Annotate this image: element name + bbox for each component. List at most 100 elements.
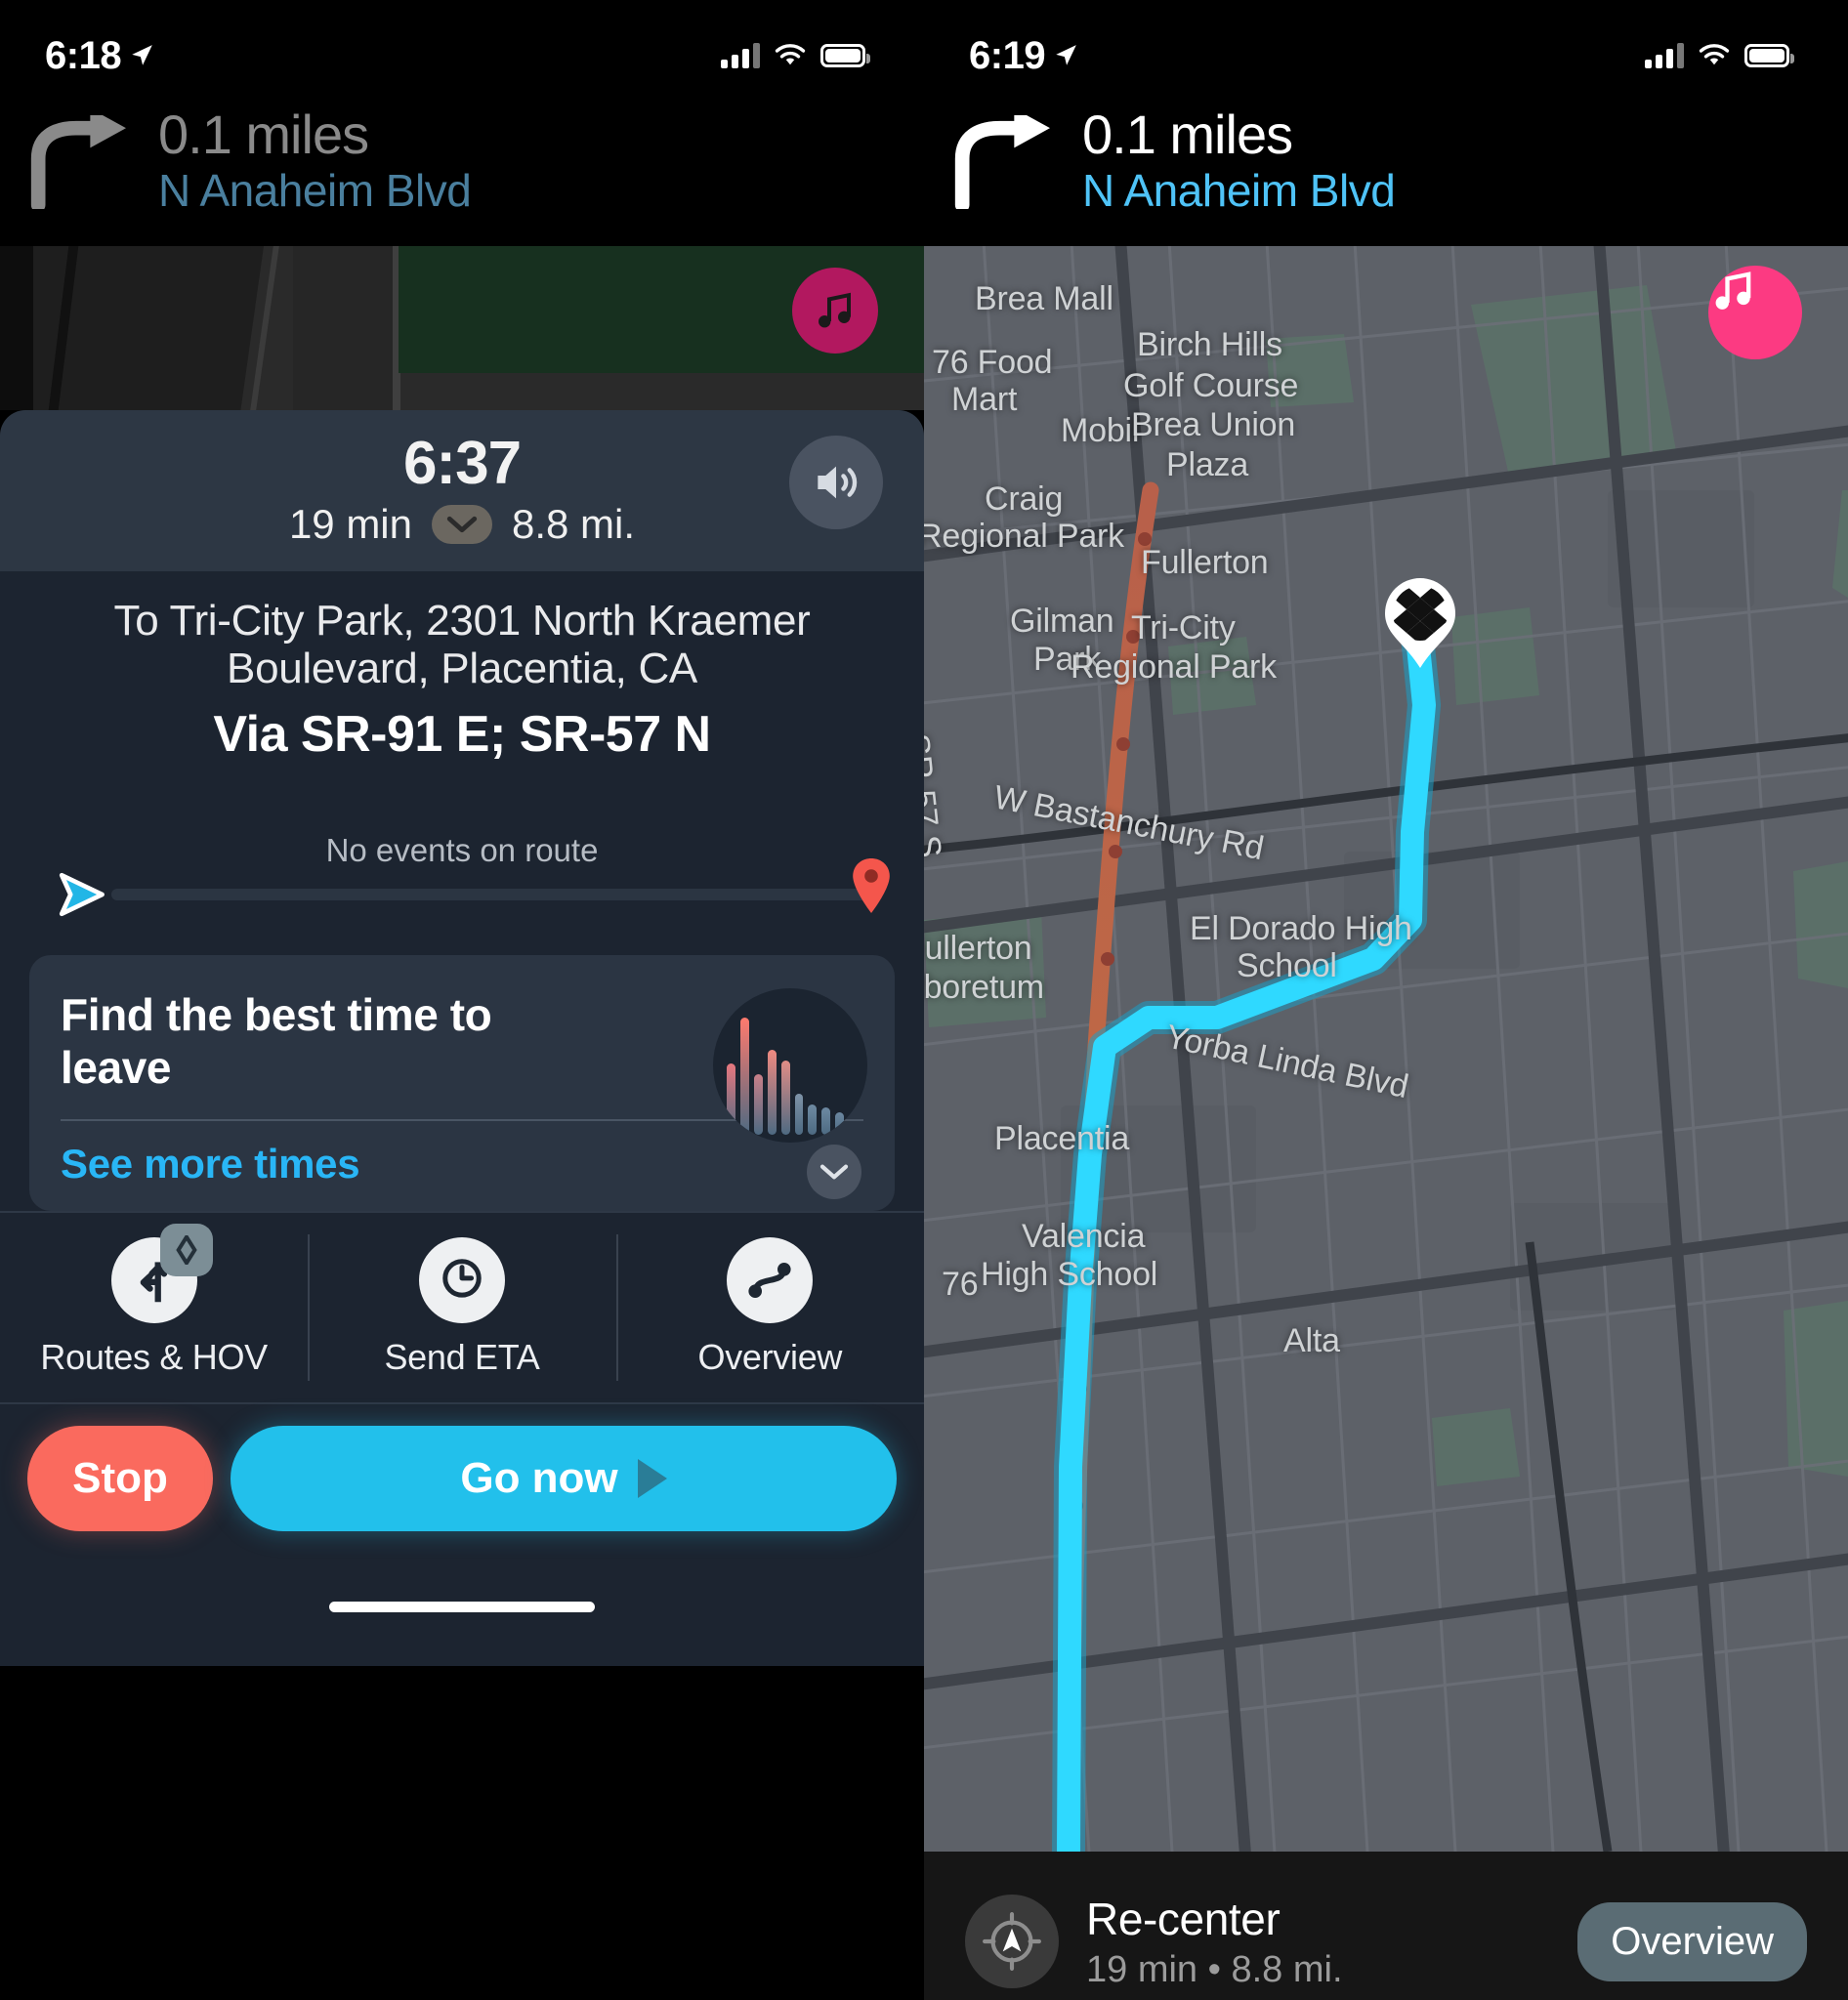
histogram-bar	[835, 1112, 845, 1135]
audio-button[interactable]	[789, 436, 883, 529]
map-label: Arboretum	[924, 969, 1044, 1006]
histogram-bar	[739, 1017, 749, 1135]
map-label: School	[1237, 947, 1337, 984]
map-label: Craig	[985, 480, 1064, 518]
map-label: Fullerton	[924, 930, 1032, 967]
traffic-histogram-icon	[713, 987, 867, 1143]
map-label: Birch Hills	[1137, 326, 1282, 363]
map-label: Alta	[1283, 1322, 1340, 1359]
stop-button[interactable]: Stop	[27, 1425, 213, 1531]
navigation-map[interactable]: Brea Mall 76 Food Mart Birch Hills Golf …	[924, 246, 1848, 1852]
hov-diamond-icon	[159, 1223, 213, 1276]
best-time-title: Find the best time to leave	[61, 988, 492, 1093]
status-right-group	[721, 43, 870, 68]
map-label: Tri-City	[1131, 609, 1236, 646]
go-now-label: Go now	[460, 1453, 618, 1502]
music-button[interactable]	[1708, 266, 1802, 359]
route-detail-sheet: To Tri-City Park, 2301 North Kraemer Bou…	[0, 571, 924, 1211]
music-note-icon	[1715, 271, 1751, 310]
toolbar-item-overview[interactable]: Overview	[615, 1213, 924, 1402]
expand-sheet-button[interactable]	[807, 1144, 861, 1199]
recenter-title: Re-center	[1086, 1893, 1281, 1944]
toolbar-label: Overview	[697, 1336, 843, 1377]
checkered-flag-pin-icon	[1385, 578, 1455, 668]
home-indicator[interactable]	[329, 1602, 595, 1613]
map-label: Golf Course	[1123, 367, 1299, 404]
battery-icon	[820, 44, 870, 67]
histogram-bar	[767, 1050, 777, 1135]
chevron-down-glyph	[446, 517, 478, 533]
route-progress-track[interactable]	[111, 888, 869, 900]
chevron-down-icon[interactable]	[432, 505, 492, 545]
strip-shape-c	[293, 246, 400, 410]
map-label: Regional Park	[924, 518, 1124, 555]
route-toolbar: Routes & HOV Send ETA Overview	[0, 1210, 924, 1402]
clock-bubble-icon	[418, 1236, 505, 1323]
best-time-card[interactable]: Find the best time to leave See more tim…	[29, 954, 895, 1211]
wifi-icon	[1699, 44, 1730, 65]
turn-right-icon	[954, 115, 1050, 209]
map-label: Mart	[951, 381, 1018, 418]
maneuver-distance: 0.1 miles	[158, 104, 369, 166]
map-label: Mobil	[1061, 412, 1140, 449]
toolbar-item-send-eta[interactable]: Send ETA	[308, 1213, 615, 1402]
action-bar: Stop Go now	[0, 1401, 924, 1549]
eta-subline: 19 min 8.8 mi.	[0, 501, 924, 548]
eta-arrival-time: 6:37	[402, 430, 522, 497]
map-label: Gilman	[1010, 603, 1114, 640]
right-phone-screen: 6:19 0.1 miles N Anaheim Blvd Brea Mall …	[924, 0, 1848, 2000]
eta-duration: 19 min	[288, 501, 412, 548]
toolbar-item-routes-hov[interactable]: Routes & HOV	[0, 1213, 308, 1402]
eta-header-card[interactable]: 6:37 19 min 8.8 mi.	[0, 410, 924, 572]
navigation-arrow-icon	[59, 872, 105, 916]
left-phone-screen: 6:18 0.1 miles N Anaheim Blvd 6:37 19 mi…	[0, 0, 924, 2000]
strip-shape-dark	[0, 246, 33, 410]
dual-screenshot-container: 6:18 0.1 miles N Anaheim Blvd 6:37 19 mi…	[0, 0, 1848, 2000]
map-label: Brea Mall	[975, 280, 1113, 317]
map-label: 76	[942, 1266, 979, 1303]
route-events-row: No events on route	[29, 832, 895, 920]
route-overview-icon	[727, 1236, 814, 1323]
maneuver-banner-right: 0.1 miles N Anaheim Blvd	[924, 94, 1848, 246]
status-bar-right: 6:19	[924, 0, 1848, 94]
chevron-down-icon	[819, 1164, 849, 1180]
maneuver-text-right: 0.1 miles N Anaheim Blvd	[1082, 105, 1396, 218]
maneuver-street: N Anaheim Blvd	[1082, 164, 1396, 216]
cellular-signal-icon	[721, 43, 760, 68]
histogram-bar	[821, 1106, 831, 1135]
clock-bubble-glyph	[435, 1254, 486, 1305]
recenter-text: Re-center 19 min • 8.8 mi.	[1086, 1893, 1550, 1991]
music-button[interactable]	[792, 268, 878, 354]
battery-icon	[1744, 44, 1794, 67]
map-label: Brea Union	[1131, 406, 1296, 443]
recenter-subtitle: 19 min • 8.8 mi.	[1086, 1948, 1343, 1990]
histogram-bar	[794, 1093, 804, 1135]
wifi-icon	[775, 44, 806, 65]
play-triangle-icon	[637, 1458, 667, 1498]
map-label: Valencia	[1022, 1218, 1146, 1255]
map-label: Plaza	[1166, 446, 1249, 483]
map-label: Fullerton	[1141, 544, 1269, 581]
route-overview-glyph	[748, 1262, 791, 1298]
recenter-compass-icon[interactable]	[965, 1895, 1059, 1988]
map-label: High School	[981, 1256, 1158, 1293]
maneuver-banner-left: 0.1 miles N Anaheim Blvd	[0, 94, 924, 246]
home-indicator-area-left	[0, 1548, 924, 1666]
destination-pin-icon	[853, 857, 890, 913]
histogram-bar	[808, 1104, 818, 1135]
recenter-bar[interactable]: Re-center 19 min • 8.8 mi. Overview	[924, 1852, 1848, 2000]
map-label: 76 Food	[932, 344, 1053, 381]
go-now-button[interactable]: Go now	[231, 1425, 897, 1531]
histogram-bar	[849, 1117, 859, 1135]
destination-text: To Tri-City Park, 2301 North Kraemer Bou…	[113, 597, 811, 693]
status-left-group: 6:18	[45, 34, 154, 78]
toolbar-label: Send ETA	[384, 1336, 540, 1377]
speaker-waves-icon	[818, 466, 858, 499]
histogram-bar	[727, 1063, 735, 1135]
hov-diamond-glyph	[175, 1234, 197, 1265]
maneuver-street: N Anaheim Blvd	[158, 164, 472, 216]
map-label: Placentia	[994, 1120, 1130, 1157]
overview-button[interactable]: Overview	[1577, 1901, 1807, 1981]
map-preview-strip[interactable]	[0, 246, 924, 410]
location-arrow-icon	[132, 45, 152, 65]
